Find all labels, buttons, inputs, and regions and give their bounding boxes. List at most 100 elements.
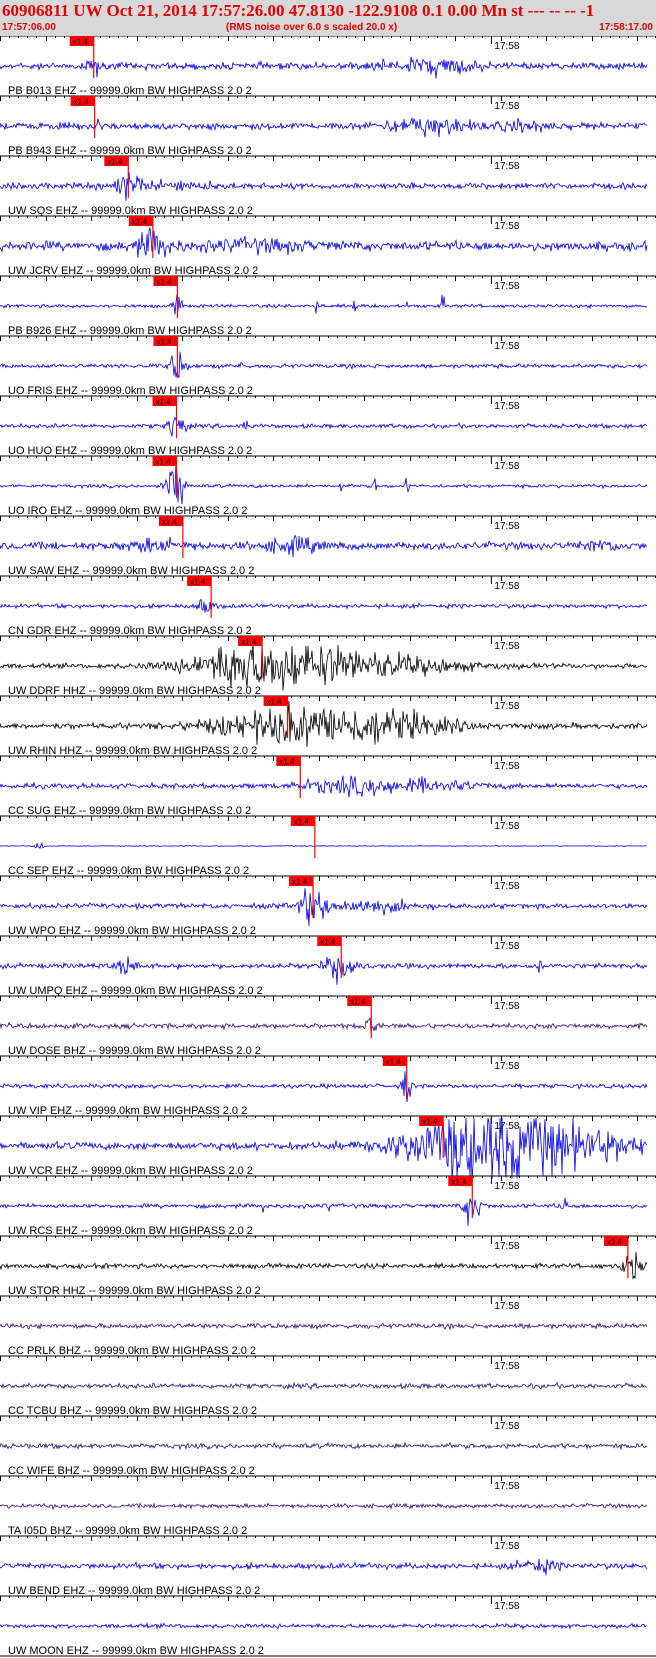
minute-label: 17:58 xyxy=(494,281,519,292)
pick-label: x1.4 xyxy=(74,98,90,107)
seismogram-plot: 17:58x1.4PB B013 EHZ -- 99999.0km BW HIG… xyxy=(0,36,656,1657)
trace-24: 17:58 TA I05D BHZ -- 99999.0km BW HIGHPAS… xyxy=(0,1475,656,1537)
station-label: UW MOON EHZ -- 99999.0km BW HIGHPASS 2.0… xyxy=(8,1645,264,1657)
trace-16: 17:58 x1.4 UW DOSE BHZ -- 99999.0km BW HIG… xyxy=(0,995,656,1057)
pick-label: x1.4 xyxy=(350,998,366,1007)
end-time: 17:58:17.00 xyxy=(599,22,653,33)
trace-22: 17:58 CC TCBU BHZ -- 99999.0km BW HIGHPAS… xyxy=(0,1355,656,1417)
trace-13: 17:58 x1.4 CC SEP EHZ -- 99999.0km BW HIGH… xyxy=(0,815,656,877)
waveform xyxy=(0,700,648,747)
pick-label: x1.4 xyxy=(320,938,336,947)
trace-1: 17:58 x1.4 PB B943 EHZ -- 99999.0km BW HIG… xyxy=(0,95,656,157)
minute-label: 17:58 xyxy=(494,41,519,52)
trace-10: 17:58 x1.4 UW DDRF HHZ -- 99999.0km BW HIG… xyxy=(0,635,656,697)
station-label: CC PRLK BHZ -- 99999.0km BW HIGHPASS 2.0… xyxy=(8,1345,256,1357)
minute-label: 17:58 xyxy=(494,341,519,352)
trace-19: 17:58 x1.4 UW RCS EHZ -- 99999.0km BW HIGH… xyxy=(0,1175,656,1237)
start-time: 17:57:06.00 xyxy=(2,22,56,33)
trace-2: 17:58 x1.4 UW SQS EHZ -- 99999.0km BW HIGH… xyxy=(0,155,656,217)
pick-label: x1.4 xyxy=(156,278,172,287)
time-ticks xyxy=(0,36,656,41)
station-label: UW BEND EHZ -- 99999.0km BW HIGHPASS 2.0… xyxy=(8,1585,260,1597)
minute-label: 17:58 xyxy=(494,1061,519,1072)
waveform xyxy=(0,1441,647,1451)
waveform xyxy=(0,534,648,558)
pick-label: x1.4 xyxy=(241,638,257,647)
trace-17: 17:58 x1.4 UW VIP EHZ -- 99999.0km BW HIGH… xyxy=(0,1055,656,1117)
waveform xyxy=(0,57,648,79)
pick-label: x1.4 xyxy=(156,398,172,407)
minute-label: 17:58 xyxy=(494,941,519,952)
minute-label: 17:58 xyxy=(494,881,519,892)
trace-8: 17:58 x1.4 UW SAW EHZ -- 99999.0km BW HIGH… xyxy=(0,515,656,577)
station-label: CC WIFE BHZ -- 99999.0km BW HIGHPASS 2.0… xyxy=(8,1465,255,1477)
minute-label: 17:58 xyxy=(494,161,519,172)
scaling-note: (RMS noise over 6.0 s scaled 20.0 x) xyxy=(226,22,398,33)
minute-label: 17:58 xyxy=(494,1001,519,1012)
trace-7: 17:58 x1.4 UO IRO EHZ -- 99999.0km BW HIGH… xyxy=(0,455,656,517)
station-label: UO FRIS EHZ -- 99999.0km BW HIGHPASS 2.0… xyxy=(8,385,253,397)
station-label: UW RHIN HHZ -- 99999.0km BW HIGHPASS 2.0… xyxy=(8,745,257,757)
minute-label: 17:58 xyxy=(494,1361,519,1372)
minute-label: 17:58 xyxy=(494,1541,519,1552)
waveform xyxy=(0,1197,648,1226)
trace-26: 17:58 UW MOON EHZ -- 99999.0km BW HIGHPAS… xyxy=(0,1595,656,1657)
waveform xyxy=(0,1017,648,1033)
station-label: UW SAW EHZ -- 99999.0km BW HIGHPASS 2.0 … xyxy=(8,565,254,577)
minute-label: 17:58 xyxy=(494,521,519,532)
waveform xyxy=(0,1381,648,1391)
pick-label: x1.4 xyxy=(132,218,148,227)
station-label: UO IRO EHZ -- 99999.0km BW HIGHPASS 2.0 … xyxy=(8,505,247,517)
minute-label: 17:58 xyxy=(494,821,519,832)
station-label: CC SEP EHZ -- 99999.0km BW HIGHPASS 2.0 … xyxy=(8,865,249,877)
trace-23: 17:58 CC WIFE BHZ -- 99999.0km BW HIGHPAS… xyxy=(0,1415,656,1477)
pick-label: x1.4 xyxy=(422,1118,438,1127)
station-label: UW VCR EHZ -- 99999.0km BW HIGHPASS 2.0 … xyxy=(8,1165,253,1177)
waveform xyxy=(0,294,648,315)
waveform xyxy=(0,1071,648,1103)
pick-label: x1.4 xyxy=(190,578,206,587)
minute-label: 17:58 xyxy=(494,581,519,592)
pick-label: x1.4 xyxy=(294,818,310,827)
minute-label: 17:58 xyxy=(494,221,519,232)
station-label: PB B013 EHZ -- 99999.0km BW HIGHPASS 2.0… xyxy=(8,85,252,97)
trace-15: 17:58 x1.4 UW UMPQ EHZ -- 99999.0km BW HIG… xyxy=(0,935,656,997)
pick-label: x1.4 xyxy=(451,1178,467,1187)
pick-label: x1.4 xyxy=(267,698,283,707)
trace-21: 17:58 CC PRLK BHZ -- 99999.0km BW HIGHPAS… xyxy=(0,1295,656,1357)
waveform xyxy=(0,227,648,258)
trace-6: 17:58 x1.4 UO HUO EHZ -- 99999.0km BW HIGH… xyxy=(0,395,656,457)
trace-11: 17:58 x1.4 UW RHIN HHZ -- 99999.0km BW HIG… xyxy=(0,695,656,757)
trace-20: 17:58 x1.4 UW STOR HHZ -- 99999.0km BW HIG… xyxy=(0,1235,656,1297)
waveform xyxy=(0,598,648,613)
trace-9: 17:58 x1.4 CN GDR EHZ -- 99999.0km BW HIGH… xyxy=(0,575,656,637)
station-label: UW JCRV EHZ -- 99999.0km BW HIGHPASS 2.0… xyxy=(8,265,258,277)
pick-label: x1.4 xyxy=(607,1238,623,1247)
waveform xyxy=(0,641,648,691)
minute-label: 17:58 xyxy=(494,1301,519,1312)
station-label: UW DOSE BHZ -- 99999.0km BW HIGHPASS 2.0… xyxy=(8,1045,261,1057)
minute-label: 17:58 xyxy=(494,701,519,712)
trace-4: 17:58 x1.4 PB B926 EHZ -- 99999.0km BW HIG… xyxy=(0,275,656,337)
pick-label: x1.4 xyxy=(292,878,308,887)
waveform xyxy=(0,351,648,378)
trace-3: 17:58 x1.4 UW JCRV EHZ -- 99999.0km BW HIG… xyxy=(0,215,656,277)
station-label: UW STOR HHZ -- 99999.0km BW HIGHPASS 2.0… xyxy=(8,1285,261,1297)
minute-label: 17:58 xyxy=(494,1481,519,1492)
trace-18: 17:58x1.4UW VCR EHZ -- 99999.0km BW HIGH… xyxy=(0,1115,656,1183)
station-label: UW WPO EHZ -- 99999.0km BW HIGHPASS 2.0 … xyxy=(8,925,256,937)
waveform xyxy=(0,457,648,505)
station-label: PB B943 EHZ -- 99999.0km BW HIGHPASS 2.0… xyxy=(8,145,252,157)
minute-label: 17:58 xyxy=(494,641,519,652)
trace-5: 17:58 x1.4 UO FRIS EHZ -- 99999.0km BW HIG… xyxy=(0,335,656,397)
trace-25: 17:58 UW BEND EHZ -- 99999.0km BW HIGHPAS… xyxy=(0,1535,656,1597)
waveform xyxy=(0,1251,648,1280)
station-label: CN GDR EHZ -- 99999.0km BW HIGHPASS 2.0 … xyxy=(8,625,252,637)
waveform xyxy=(0,172,648,201)
event-title: 60906811 UW Oct 21, 2014 17:57:26.00 47.… xyxy=(2,1,595,20)
waveform xyxy=(0,775,648,798)
waveform xyxy=(0,956,648,985)
pick-label: x1.4 xyxy=(156,458,172,467)
waveform xyxy=(0,1621,648,1630)
minute-label: 17:58 xyxy=(494,461,519,472)
